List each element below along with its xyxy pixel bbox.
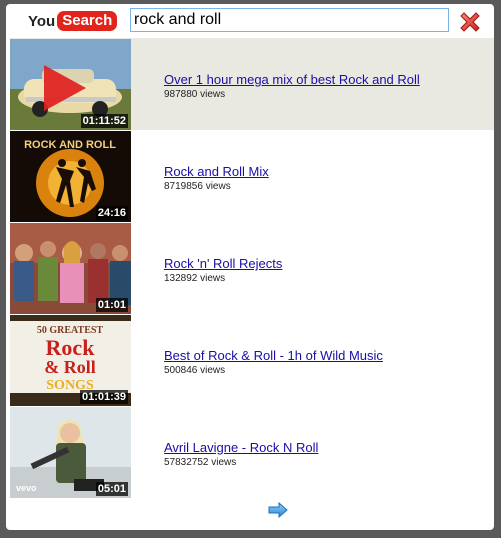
search-popup-window: You Search rock and roll 01:11:52 Over 1… xyxy=(6,4,494,530)
video-title-link[interactable]: Avril Lavigne - Rock N Roll xyxy=(164,440,318,455)
duration-badge: 24:16 xyxy=(95,206,128,220)
close-button[interactable] xyxy=(458,10,482,34)
view-count: 132892 views xyxy=(164,273,226,284)
thumb-text: ROCK AND ROLL xyxy=(24,139,116,151)
result-info: Rock and Roll Mix 8719856 views xyxy=(164,164,269,192)
list-item[interactable]: ROCK AND ROLL 24:16 Rock and Roll Mix 87… xyxy=(10,130,494,222)
video-thumbnail[interactable]: vevo 05:01 xyxy=(10,407,131,498)
list-item[interactable]: 01:11:52 Over 1 hour mega mix of best Ro… xyxy=(10,38,494,130)
logo-you-text: You xyxy=(28,12,56,30)
view-count: 987880 views xyxy=(164,89,226,100)
duration-badge: 01:11:52 xyxy=(80,114,128,128)
video-thumbnail[interactable]: ROCK AND ROLL 24:16 xyxy=(10,131,131,222)
view-count: 8719856 views xyxy=(164,181,231,192)
duration-badge: 01:01:39 xyxy=(79,390,128,404)
video-title-link[interactable]: Rock and Roll Mix xyxy=(164,164,269,179)
result-info: Best of Rock & Roll - 1h of Wild Music 5… xyxy=(164,348,383,376)
result-info: Rock 'n' Roll Rejects 132892 views xyxy=(164,256,282,284)
close-icon xyxy=(460,12,480,32)
arrow-right-icon xyxy=(268,501,288,519)
video-thumbnail[interactable]: 01:01 xyxy=(10,223,131,314)
list-item[interactable]: vevo 05:01 Avril Lavigne - Rock N Roll 5… xyxy=(10,406,494,498)
results-list: 01:11:52 Over 1 hour mega mix of best Ro… xyxy=(10,38,494,498)
next-page-button[interactable] xyxy=(268,501,288,519)
search-input[interactable] xyxy=(130,8,449,32)
list-item[interactable]: 50 GREATEST Rock & Roll SONGS 01:01:39 B… xyxy=(10,314,494,406)
view-count: 500846 views xyxy=(164,365,226,376)
header: You Search xyxy=(6,4,494,38)
logo-search-text: Search xyxy=(57,11,118,31)
thumb-text: vevo xyxy=(16,483,37,493)
yousearch-logo: You Search xyxy=(28,10,118,32)
video-title-link[interactable]: Over 1 hour mega mix of best Rock and Ro… xyxy=(164,72,420,87)
thumb-text: & Roll xyxy=(44,357,96,377)
duration-badge: 01:01 xyxy=(95,298,128,312)
result-info: Avril Lavigne - Rock N Roll 57832752 vie… xyxy=(164,440,318,468)
result-info: Over 1 hour mega mix of best Rock and Ro… xyxy=(164,72,420,100)
video-thumbnail[interactable]: 01:11:52 xyxy=(10,39,131,130)
list-item[interactable]: 01:01 Rock 'n' Roll Rejects 132892 views xyxy=(10,222,494,314)
view-count: 57832752 views xyxy=(164,457,237,468)
duration-badge: 05:01 xyxy=(95,482,128,496)
video-thumbnail[interactable]: 50 GREATEST Rock & Roll SONGS 01:01:39 xyxy=(10,315,131,406)
video-title-link[interactable]: Rock 'n' Roll Rejects xyxy=(164,256,282,271)
video-title-link[interactable]: Best of Rock & Roll - 1h of Wild Music xyxy=(164,348,383,363)
